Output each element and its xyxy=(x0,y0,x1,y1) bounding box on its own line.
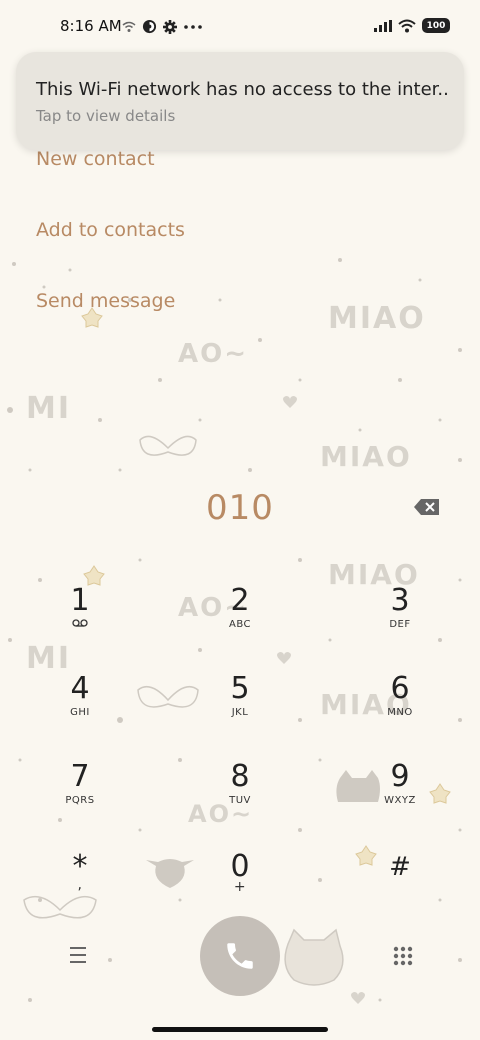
key-letters: WXYZ xyxy=(384,795,416,806)
data-saver-icon xyxy=(142,19,157,34)
wifi-notification[interactable]: This Wi-Fi network has no access to the … xyxy=(16,52,464,150)
more-dots-icon xyxy=(184,24,202,29)
wifi-icon xyxy=(398,19,416,32)
battery-icon: 100 xyxy=(422,18,450,33)
svg-text:AO~: AO~ xyxy=(178,339,248,369)
phone-icon xyxy=(227,943,253,969)
key-digit: 6 xyxy=(390,671,410,706)
call-button[interactable] xyxy=(200,916,280,996)
notification-title: This Wi-Fi network has no access to the … xyxy=(36,79,449,100)
key-4[interactable]: 4 GHI xyxy=(20,673,140,753)
add-to-contacts-option[interactable]: Add to contacts xyxy=(36,219,185,241)
backspace-icon[interactable] xyxy=(413,497,441,517)
status-right-icons: 100 xyxy=(374,18,450,33)
key-digit: 5 xyxy=(230,671,250,706)
home-indicator[interactable] xyxy=(152,1027,328,1032)
key-digit: 1 xyxy=(70,583,90,618)
key-star[interactable]: * , xyxy=(20,851,140,931)
key-letters: GHI xyxy=(70,707,90,718)
key-5[interactable]: 5 JKL xyxy=(180,673,300,753)
key-letters: , xyxy=(77,877,83,893)
status-time: 8:16 AM xyxy=(60,17,122,35)
key-letters: JKL xyxy=(231,707,249,718)
key-digit: 8 xyxy=(230,759,250,794)
key-8[interactable]: 8 TUV xyxy=(180,761,300,841)
key-3[interactable]: 3 DEF xyxy=(340,585,460,665)
menu-icon[interactable] xyxy=(64,944,92,966)
key-9[interactable]: 9 WXYZ xyxy=(340,761,460,841)
key-digit: 2 xyxy=(230,583,250,618)
key-digit: 4 xyxy=(70,671,90,706)
key-6[interactable]: 6 MNO xyxy=(340,673,460,753)
dialpad-icon[interactable] xyxy=(391,944,415,968)
wifi-question-icon xyxy=(122,21,136,32)
key-1[interactable]: 1 xyxy=(20,585,140,665)
key-letters: DEF xyxy=(389,619,411,630)
key-2[interactable]: 2 ABC xyxy=(180,585,300,665)
dialed-number: 010 xyxy=(206,488,274,528)
svg-text:MI: MI xyxy=(26,391,71,426)
key-digit: 7 xyxy=(70,759,90,794)
key-7[interactable]: 7 PQRS xyxy=(20,761,140,841)
status-bar: 8:16 AM 100 xyxy=(0,0,480,56)
key-digit: 9 xyxy=(390,759,410,794)
svg-text:MIAO: MIAO xyxy=(328,301,426,336)
key-letters: ABC xyxy=(228,619,251,630)
key-hash[interactable]: # xyxy=(340,851,460,931)
key-digit: 3 xyxy=(390,583,410,618)
send-message-option[interactable]: Send message xyxy=(36,290,175,312)
key-letters: MNO xyxy=(387,707,413,718)
key-letters: TUV xyxy=(229,795,251,806)
new-contact-option[interactable]: New contact xyxy=(36,148,155,170)
notification-subtitle: Tap to view details xyxy=(36,107,176,125)
svg-text:MIAO: MIAO xyxy=(320,440,412,473)
key-digit: # xyxy=(389,852,411,882)
key-letters: PQRS xyxy=(65,795,95,806)
key-letters: + xyxy=(233,879,247,895)
status-left-icons xyxy=(122,19,203,34)
signal-icon xyxy=(374,19,392,32)
settings-icon xyxy=(163,19,177,34)
voicemail-icon xyxy=(72,619,88,627)
